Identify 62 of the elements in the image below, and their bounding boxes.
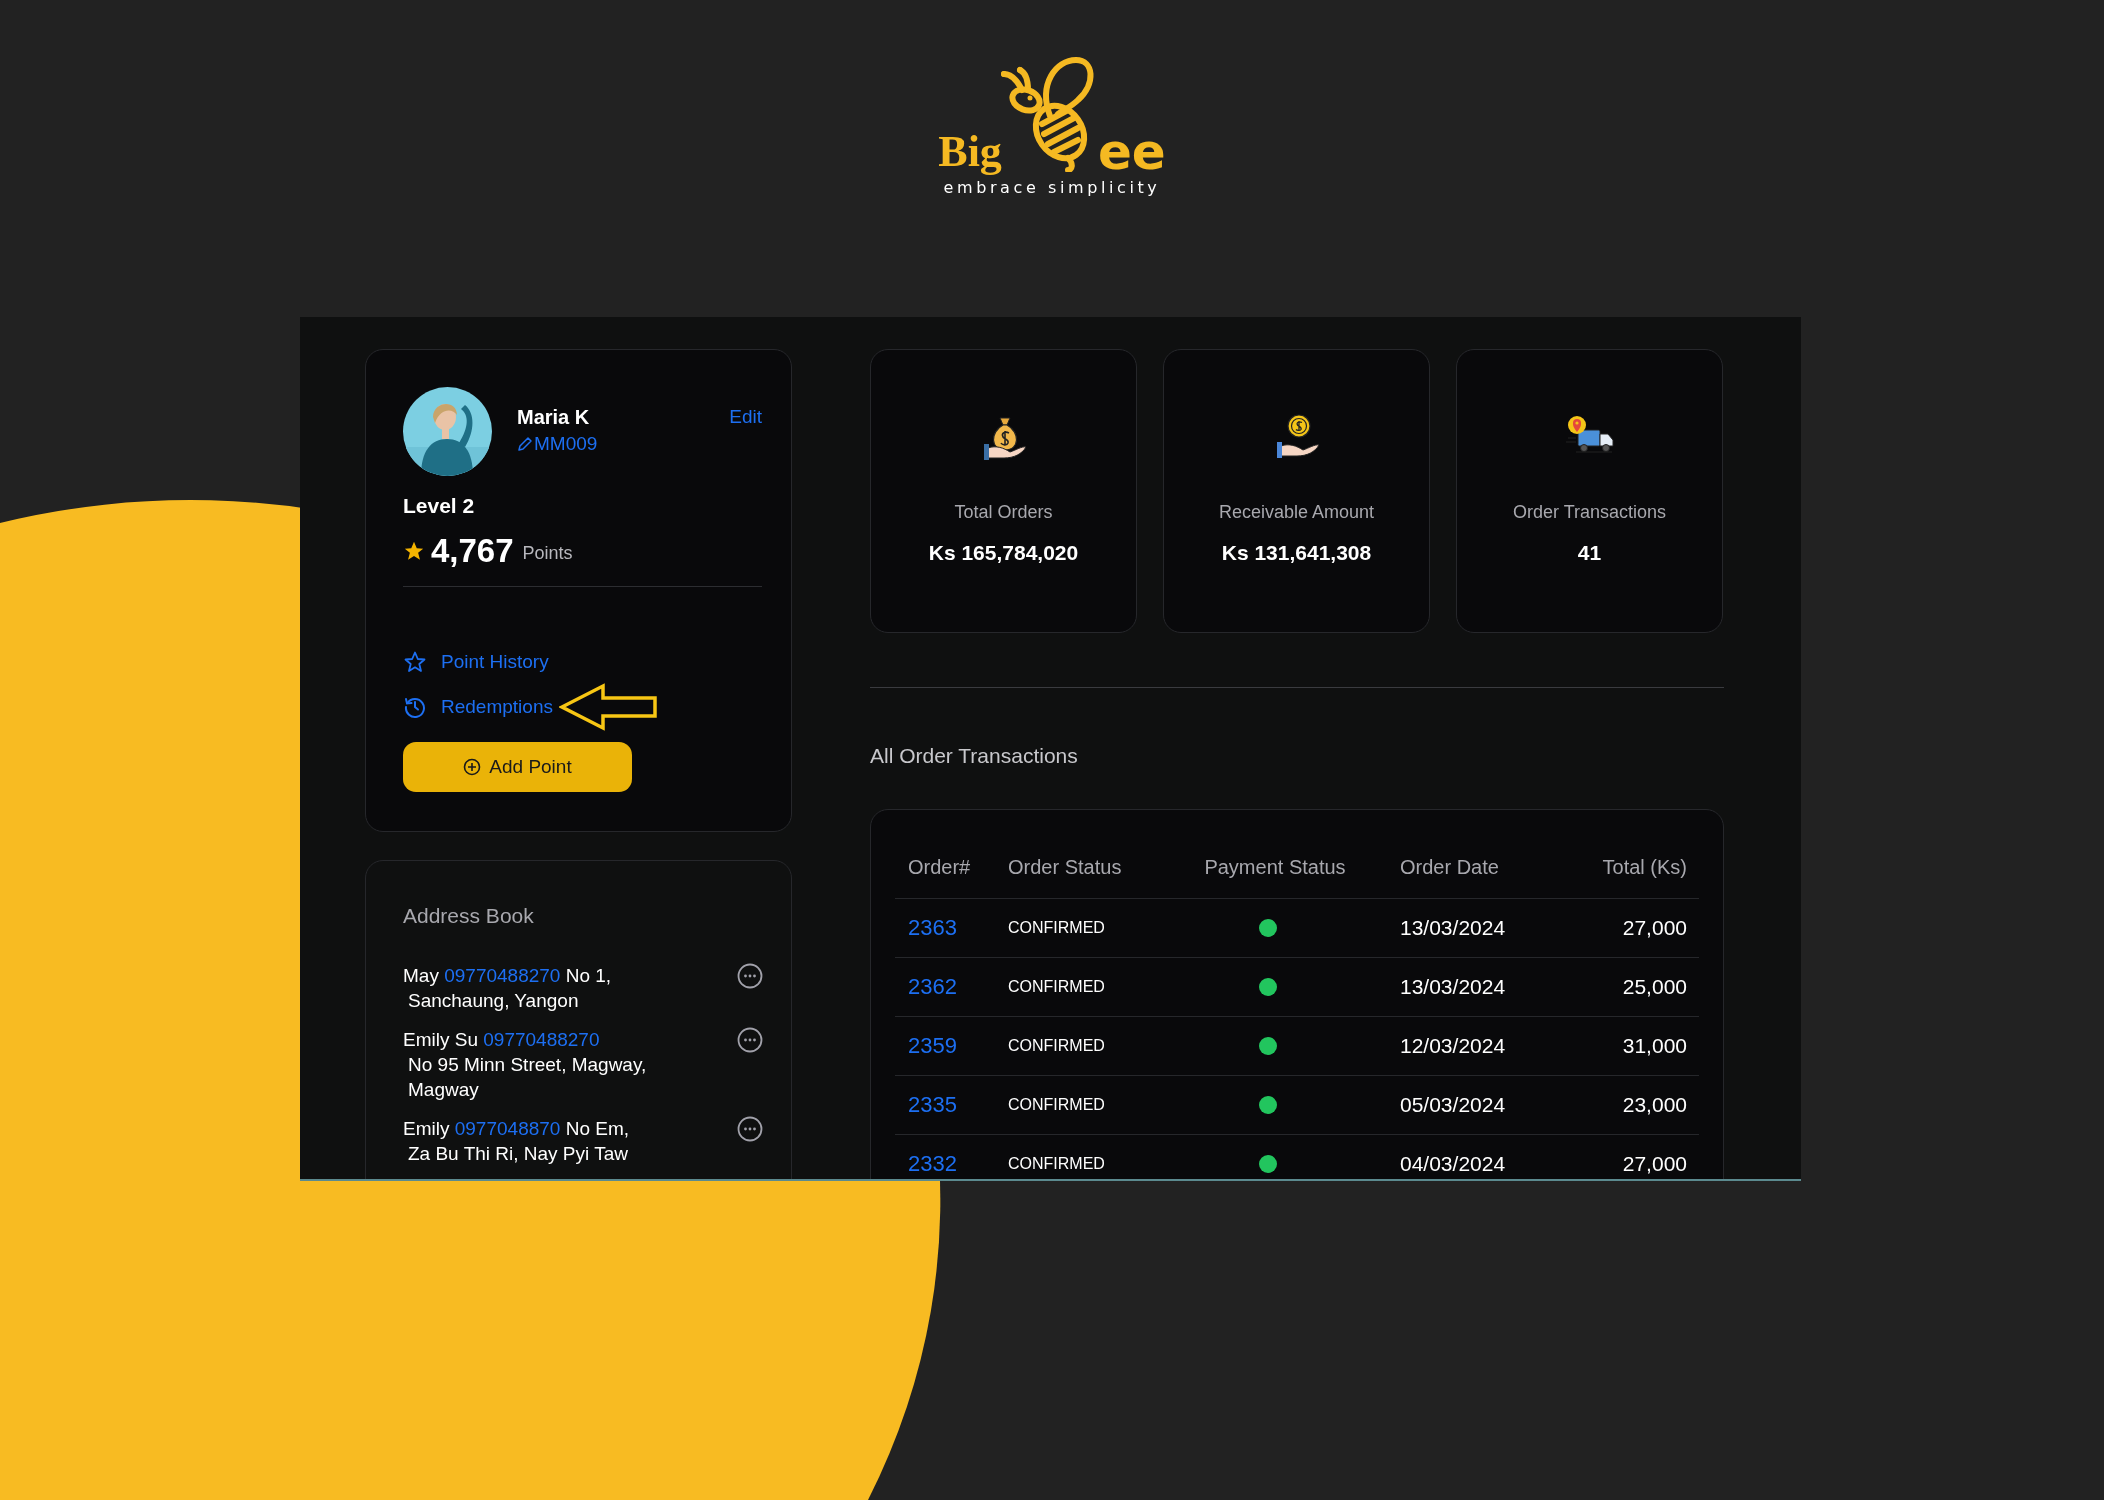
logo-text: ee [1097, 132, 1166, 172]
points-unit: Points [522, 542, 573, 564]
tagline: embrace simplicity [943, 178, 1161, 197]
star-icon [403, 540, 425, 562]
history-icon [403, 695, 427, 719]
table-cell-text: 13/03/2024 [1399, 975, 1507, 999]
address-line: Sanchaung, Yangon [407, 989, 580, 1013]
column-header: Order Status [1007, 855, 1123, 879]
table-cell-text: 23,000 [1621, 1093, 1688, 1117]
table-cell-text: 12/03/2024 [1399, 1034, 1507, 1058]
table-cell-text: CONFIRMED [1007, 1155, 1106, 1173]
order-link[interactable]: 2332 [895, 1151, 995, 1177]
column-header: Order Date [1399, 855, 1500, 879]
address-line: Za Bu Thi Ri, Nay Pyi Taw [407, 1142, 629, 1166]
card-title: Address Book [403, 903, 535, 929]
table-cell-text: CONFIRMED [1007, 919, 1106, 937]
edit-link[interactable]: Edit [729, 405, 762, 429]
contact-line: May 09770488270 No 1, [403, 964, 613, 988]
phone-link[interactable]: 09770488270 [483, 1029, 600, 1050]
order-link[interactable]: 2362 [895, 974, 995, 1000]
user-code-link[interactable]: MM009 [517, 433, 598, 455]
stat-label: Total Orders [954, 501, 1053, 523]
column-header: Payment Status [1203, 855, 1347, 879]
user-name: Maria K [517, 405, 591, 429]
pencil-icon [517, 436, 533, 452]
column-header: Total (Ks) [1601, 855, 1688, 879]
sidebar-link[interactable]: Point History [403, 650, 549, 674]
contact-line: Emily 0977048870 No Em, [403, 1117, 631, 1141]
contact-line: Emily Su 09770488270 [403, 1028, 601, 1052]
more-icon[interactable] [737, 1027, 763, 1053]
sidebar-link[interactable]: Redemptions [403, 695, 553, 719]
order-link[interactable]: 2359 [895, 1033, 995, 1059]
plus-circle-icon [463, 758, 482, 776]
table-cell-text: 05/03/2024 [1399, 1093, 1507, 1117]
table-cell-text: 27,000 [1621, 916, 1688, 940]
table-cell-text: CONFIRMED [1007, 1037, 1106, 1055]
table-cell-text: 13/03/2024 [1399, 916, 1507, 940]
table-cell-text: CONFIRMED [1007, 978, 1106, 996]
table-cell-text: 31,000 [1621, 1034, 1688, 1058]
table-cell-text: CONFIRMED [1007, 1096, 1106, 1114]
stat-value: 41 [1577, 540, 1602, 566]
order-link[interactable]: 2363 [895, 915, 995, 941]
address-line: No 95 Minn Street, Magway, [407, 1053, 648, 1077]
address-line: Magway [407, 1078, 480, 1102]
table-cell-text: 04/03/2024 [1399, 1152, 1507, 1176]
table-cell-text: 25,000 [1621, 975, 1688, 999]
order-link[interactable]: 2335 [895, 1092, 995, 1118]
stat-value: Ks 131,641,308 [1221, 540, 1372, 566]
stat-label: Receivable Amount [1218, 501, 1375, 523]
points-value: 4,767 [431, 531, 514, 571]
stat-label: Order Transactions [1512, 501, 1667, 523]
phone-link[interactable]: 09770488270 [444, 965, 561, 986]
add-point-button[interactable]: Add Point [403, 742, 632, 792]
level-label: Level 2 [403, 493, 476, 519]
section-title: All Order Transactions [870, 743, 1079, 769]
table-cell-text: 27,000 [1621, 1152, 1688, 1176]
star-icon [403, 650, 427, 674]
more-icon[interactable] [737, 1116, 763, 1142]
phone-link[interactable]: 0977048870 [454, 1118, 561, 1139]
more-icon[interactable] [737, 963, 763, 989]
stat-value: Ks 165,784,020 [928, 540, 1079, 566]
column-header: Order# [907, 855, 972, 879]
